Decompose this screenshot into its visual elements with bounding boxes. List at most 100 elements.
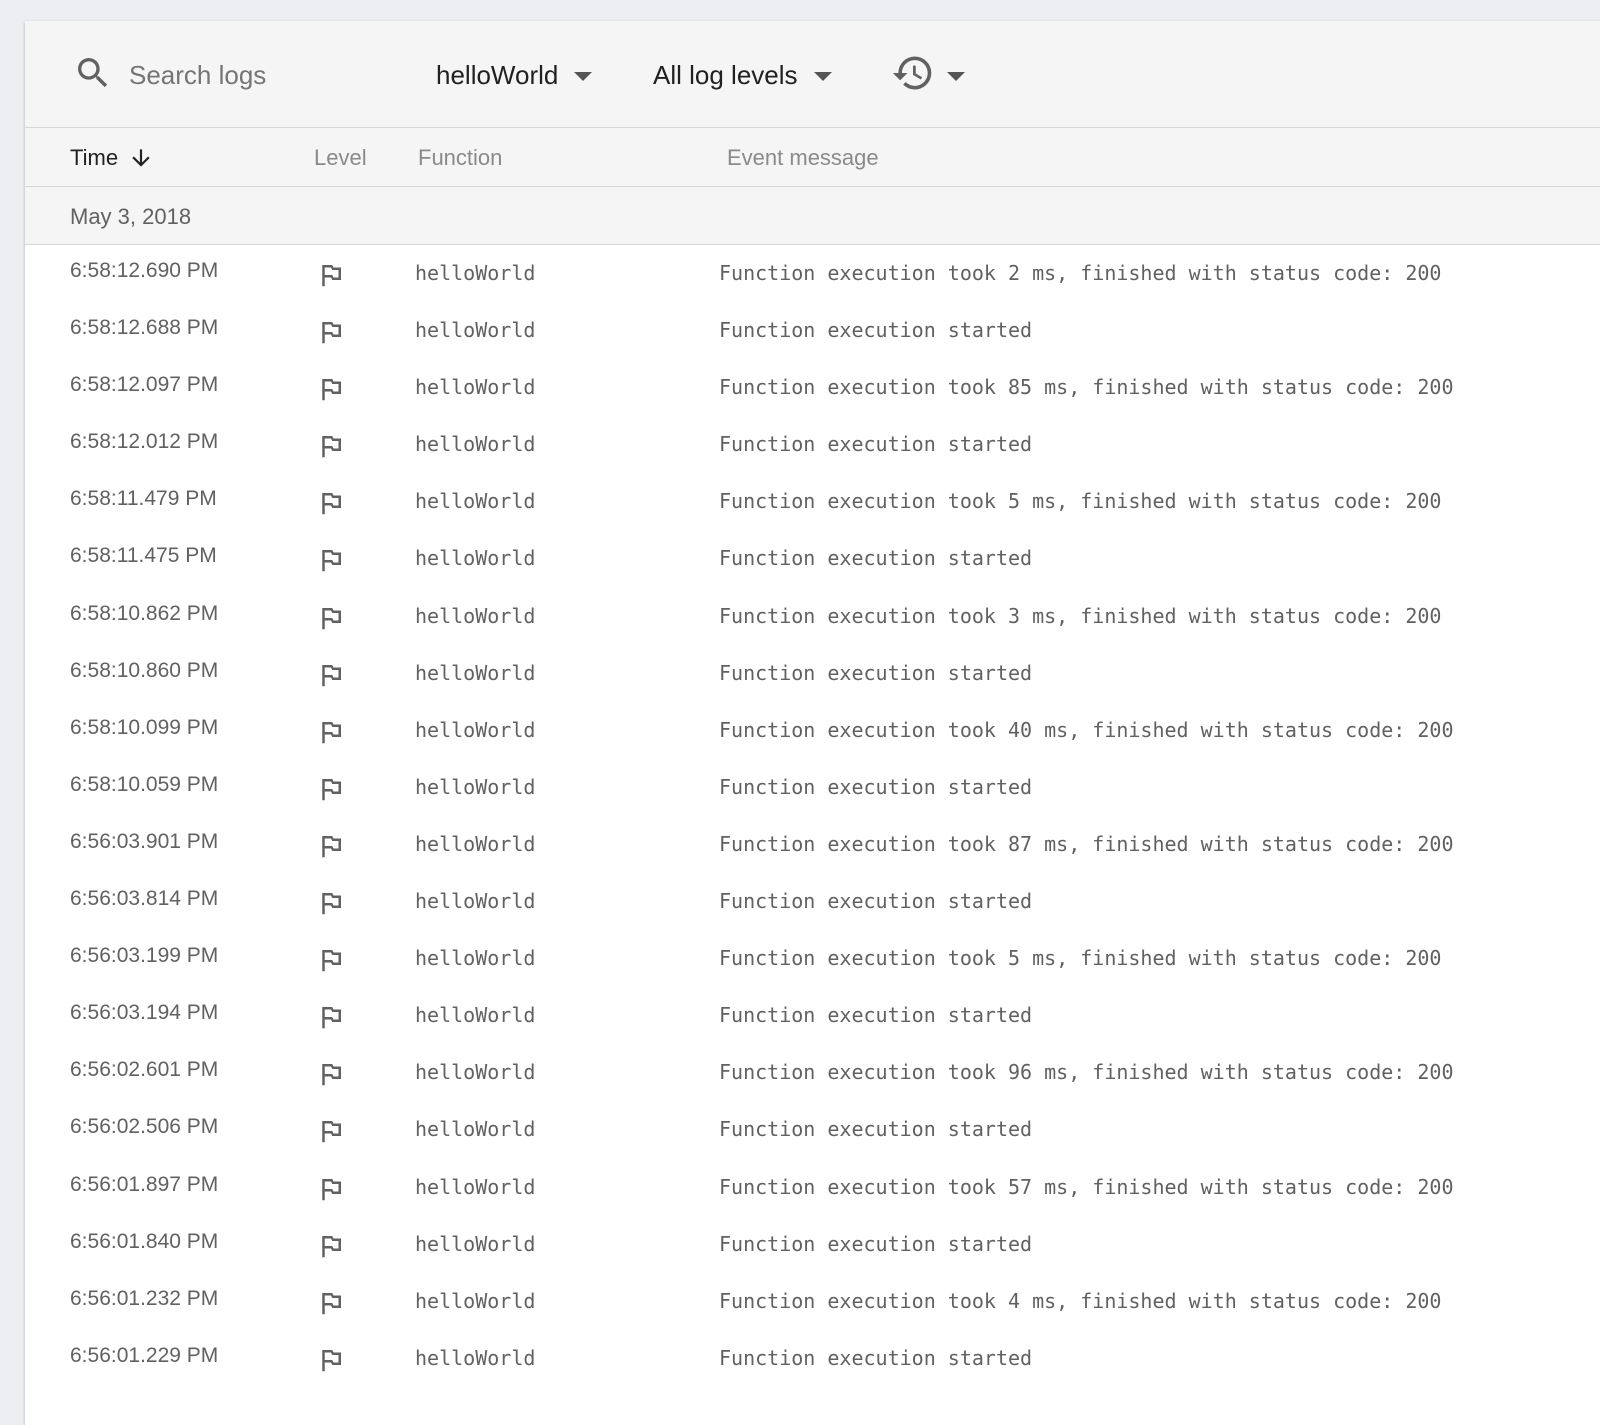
time-header-label: Time — [70, 145, 119, 170]
log-time: 6:56:01.840 PM — [70, 1229, 219, 1253]
level-flag-icon — [316, 488, 346, 518]
function-column-header: Function — [418, 145, 503, 170]
log-row[interactable]: 6:56:03.199 PM helloWorld Function executi… — [25, 930, 1600, 987]
log-message: Function execution took 40 ms, finished … — [719, 717, 1454, 742]
log-message: Function execution started — [719, 318, 1033, 343]
log-function: helloWorld — [415, 318, 536, 343]
log-row[interactable]: 6:56:01.232 PM helloWorld Function executi… — [25, 1273, 1600, 1330]
level-flag-icon — [316, 1231, 346, 1261]
level-flag-icon — [316, 831, 346, 861]
log-message: Function execution took 5 ms, finished w… — [719, 946, 1442, 971]
log-time: 6:58:12.097 PM — [70, 373, 219, 397]
log-time: 6:58:10.099 PM — [70, 715, 219, 739]
log-time: 6:58:12.690 PM — [70, 259, 219, 282]
log-time: 6:56:02.506 PM — [70, 1115, 219, 1139]
log-message: Function execution started — [719, 660, 1033, 685]
log-level-dropdown[interactable]: All log levels — [653, 55, 832, 95]
log-row[interactable]: 6:58:10.099 PM helloWorld Function executi… — [25, 702, 1600, 759]
level-flag-icon — [316, 1116, 346, 1146]
column-headers: Time Level Function Event message — [25, 128, 1600, 187]
log-function: helloWorld — [415, 603, 536, 628]
log-function: helloWorld — [415, 1231, 536, 1256]
log-function: helloWorld — [415, 546, 536, 571]
log-row[interactable]: 6:58:11.475 PM helloWorld Function executi… — [25, 530, 1600, 587]
log-message: Function execution started — [719, 889, 1033, 914]
level-flag-icon — [316, 431, 346, 461]
log-function: helloWorld — [415, 946, 536, 971]
log-function: helloWorld — [415, 432, 536, 457]
log-time: 6:56:03.199 PM — [70, 944, 219, 968]
log-time: 6:58:12.012 PM — [70, 430, 219, 454]
function-filter-dropdown[interactable]: helloWorld — [436, 55, 593, 95]
caret-down-icon — [574, 71, 593, 81]
search-input[interactable] — [129, 59, 389, 91]
log-message: Function execution started — [719, 432, 1033, 457]
log-message: Function execution took 85 ms, finished … — [719, 375, 1454, 400]
log-message: Function execution started — [719, 1231, 1033, 1256]
log-message: Function execution took 5 ms, finished w… — [719, 489, 1442, 514]
search-box[interactable] — [73, 55, 389, 95]
level-flag-icon — [316, 774, 346, 804]
log-message: Function execution started — [719, 1003, 1033, 1028]
log-level-label: All log levels — [653, 59, 798, 90]
log-message: Function execution started — [719, 1117, 1033, 1142]
level-flag-icon — [316, 603, 346, 633]
level-flag-icon — [316, 717, 346, 747]
log-message: Function execution took 4 ms, finished w… — [719, 1288, 1442, 1313]
log-row[interactable]: 6:56:03.901 PM helloWorld Function executi… — [25, 816, 1600, 873]
level-flag-icon — [316, 1174, 346, 1204]
log-message: Function execution took 2 ms, finished w… — [719, 261, 1442, 285]
log-function: helloWorld — [415, 774, 536, 799]
log-row[interactable]: 6:58:11.479 PM helloWorld Function executi… — [25, 473, 1600, 530]
log-function: helloWorld — [415, 1003, 536, 1028]
log-time: 6:56:01.897 PM — [70, 1172, 219, 1196]
log-row[interactable]: 6:56:01.897 PM helloWorld Function executi… — [25, 1159, 1600, 1216]
log-message: Function execution took 96 ms, finished … — [719, 1060, 1454, 1085]
log-function: helloWorld — [415, 1117, 536, 1142]
event-message-column-header: Event message — [727, 145, 879, 170]
level-flag-icon — [316, 1345, 346, 1375]
history-dropdown[interactable] — [891, 55, 965, 95]
log-function: helloWorld — [415, 1060, 536, 1085]
log-message: Function execution started — [719, 774, 1033, 799]
log-row[interactable]: 6:56:02.506 PM helloWorld Function executi… — [25, 1101, 1600, 1158]
logs-toolbar: helloWorld All log levels — [25, 21, 1600, 128]
level-flag-icon — [316, 545, 346, 575]
logs-panel: helloWorld All log levels Time Level Fun… — [25, 21, 1600, 1425]
log-row[interactable]: 6:58:12.097 PM helloWorld Function executi… — [25, 359, 1600, 416]
log-function: helloWorld — [415, 1345, 536, 1370]
level-flag-icon — [316, 660, 346, 690]
level-flag-icon — [316, 1288, 346, 1318]
log-row[interactable]: 6:56:02.601 PM helloWorld Function executi… — [25, 1044, 1600, 1101]
function-filter-label: helloWorld — [436, 59, 559, 90]
log-row[interactable]: 6:56:03.814 PM helloWorld Function executi… — [25, 873, 1600, 930]
log-row[interactable]: 6:58:12.012 PM helloWorld Function executi… — [25, 416, 1600, 473]
level-flag-icon — [316, 374, 346, 404]
log-row[interactable]: 6:56:01.229 PM helloWorld Function executi… — [25, 1330, 1600, 1387]
log-row[interactable]: 6:58:10.860 PM helloWorld Function executi… — [25, 645, 1600, 702]
log-rows: 6:58:12.690 PM helloWorld Function executi… — [25, 245, 1600, 1387]
log-row[interactable]: 6:58:12.688 PM helloWorld Function executi… — [25, 302, 1600, 359]
log-time: 6:56:03.901 PM — [70, 829, 219, 853]
log-message: Function execution took 57 ms, finished … — [719, 1174, 1454, 1199]
level-flag-icon — [316, 888, 346, 918]
log-time: 6:56:01.229 PM — [70, 1343, 219, 1367]
search-icon — [73, 53, 113, 98]
log-message: Function execution started — [719, 1345, 1033, 1370]
log-function: helloWorld — [415, 889, 536, 914]
date-group-label: May 3, 2018 — [70, 204, 192, 229]
level-column-header: Level — [314, 145, 367, 170]
log-row[interactable]: 6:58:10.862 PM helloWorld Function executi… — [25, 588, 1600, 645]
log-time: 6:56:03.194 PM — [70, 1001, 219, 1025]
log-time: 6:58:10.059 PM — [70, 772, 219, 796]
log-row[interactable]: 6:58:12.690 PM helloWorld Function executi… — [25, 245, 1600, 302]
log-function: helloWorld — [415, 1288, 536, 1313]
log-function: helloWorld — [415, 717, 536, 742]
log-message: Function execution took 87 ms, finished … — [719, 831, 1454, 856]
log-time: 6:58:10.860 PM — [70, 658, 219, 682]
log-message: Function execution started — [719, 546, 1033, 571]
log-row[interactable]: 6:56:03.194 PM helloWorld Function executi… — [25, 987, 1600, 1044]
log-row[interactable]: 6:56:01.840 PM helloWorld Function executi… — [25, 1216, 1600, 1273]
log-row[interactable]: 6:58:10.059 PM helloWorld Function executi… — [25, 759, 1600, 816]
time-column-header[interactable]: Time — [70, 145, 154, 171]
